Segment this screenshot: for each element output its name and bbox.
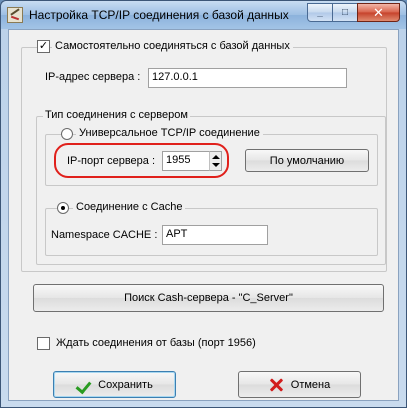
minimize-button[interactable]: _: [307, 3, 333, 22]
search-server-button[interactable]: Поиск Cash-сервера - "C_Server": [33, 284, 384, 312]
app-icon: [7, 7, 23, 23]
maximize-button[interactable]: □: [332, 3, 358, 22]
connection-type-title: Тип соединения с сервером: [43, 109, 190, 121]
tcp-radio[interactable]: [61, 128, 73, 140]
wait-db-label: Ждать соединения от базы (порт 1956): [56, 337, 256, 349]
default-port-button[interactable]: По умолчанию: [245, 149, 369, 172]
connect-self-label: Самостоятельно соединяться с базой данны…: [52, 40, 293, 52]
save-button-label: Сохранить: [98, 378, 153, 391]
caption-buttons: _ □ ✕: [307, 3, 400, 22]
highlight-ring: [54, 143, 229, 178]
server-ip-input[interactable]: 127.0.0.1: [148, 68, 347, 88]
cache-radio[interactable]: [57, 202, 69, 214]
dialog-client-area: ✓ Самостоятельно соединяться с базой дан…: [8, 29, 399, 401]
server-ip-label: IP-адрес сервера :: [45, 71, 141, 83]
cancel-button-label: Отмена: [290, 378, 331, 391]
namespace-input[interactable]: APT: [162, 225, 268, 245]
cache-radio-label: Соединение с Cache: [73, 201, 186, 213]
checkmark-icon: [76, 377, 92, 393]
save-button[interactable]: Сохранить: [53, 371, 176, 398]
window-title: Настройка TCP/IP соединения с базой данн…: [29, 8, 289, 22]
dialog-window: Настройка TCP/IP соединения с базой данн…: [0, 0, 407, 408]
connect-self-checkbox[interactable]: ✓: [37, 40, 50, 53]
tcp-radio-label: Универсальное TCP/IP соединение: [76, 127, 263, 139]
title-bar[interactable]: Настройка TCP/IP соединения с базой данн…: [1, 1, 406, 29]
wait-db-checkbox[interactable]: [37, 337, 50, 350]
namespace-label: Namespace CACHE :: [51, 229, 158, 241]
cancel-x-icon: [269, 377, 285, 393]
close-button[interactable]: ✕: [357, 3, 400, 22]
cancel-button[interactable]: Отмена: [238, 371, 361, 398]
